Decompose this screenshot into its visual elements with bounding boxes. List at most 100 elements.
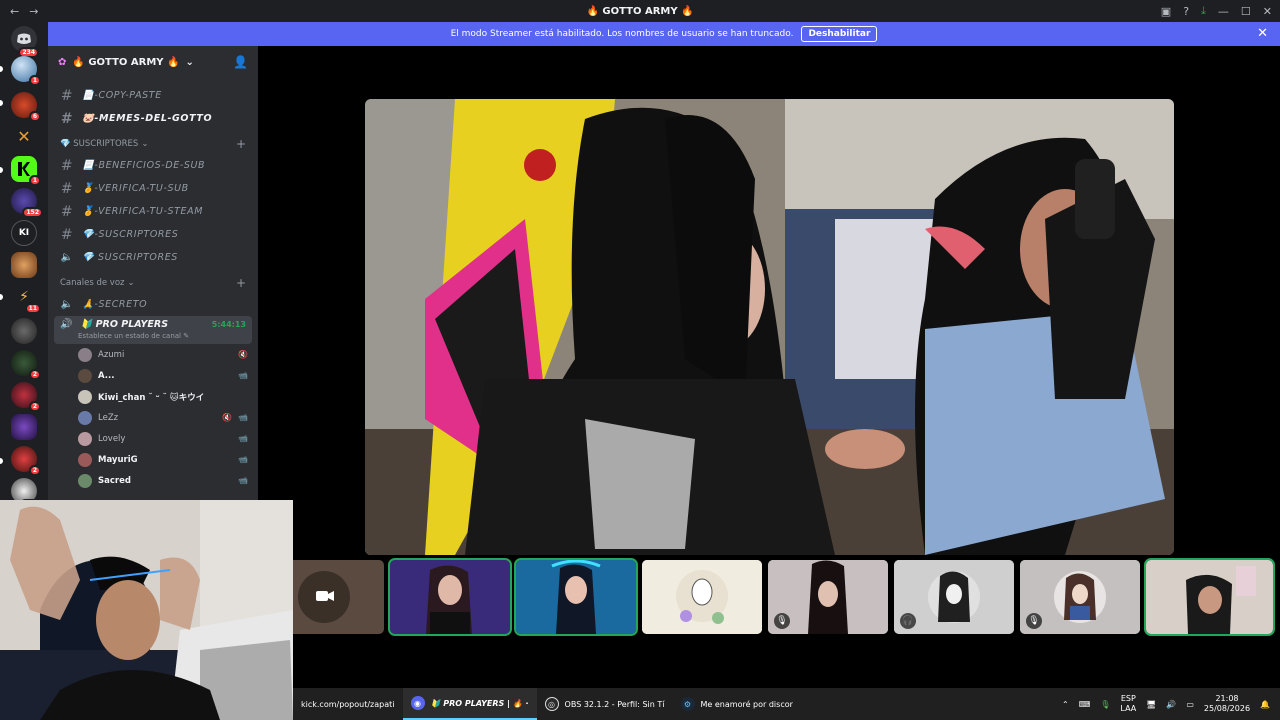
muted-mic-icon: 🔇 (238, 350, 248, 359)
avatar (78, 368, 92, 383)
text-channel[interactable]: # 📃-BENEFICIOS-DE-SUB (48, 154, 258, 177)
member-name: A... (98, 370, 115, 381)
maximize-icon[interactable]: ☐ (1241, 5, 1251, 18)
server-icon[interactable]: ✕ (11, 124, 37, 150)
windows-taskbar: kick.com/popout/zapati ◉ 🔰 PRO PLAYERS |… (293, 688, 1280, 720)
inbox-icon[interactable]: ▣ (1161, 5, 1171, 18)
kick-server-icon[interactable]: 1 (11, 156, 41, 186)
battery-icon[interactable]: ▭ (1186, 700, 1194, 709)
dm-home-button[interactable]: 234 (11, 26, 39, 58)
taskbar-item-steam[interactable]: ⚙ Me enamoré por discor (673, 688, 801, 720)
chevron-up-icon[interactable]: ⌃ (1062, 700, 1069, 709)
server-icon[interactable]: 2 (11, 382, 41, 412)
clock[interactable]: 21:08 25/08/2026 (1204, 694, 1250, 714)
video-feed-image (516, 560, 636, 634)
participant-tile[interactable]: 🎙 (768, 560, 888, 634)
avatar (78, 410, 92, 425)
avatar (78, 347, 92, 362)
close-icon[interactable]: ✕ (1257, 26, 1268, 41)
add-member-icon[interactable]: 👤 (233, 55, 248, 69)
member-status-icons: 📹 (238, 434, 248, 443)
avatar (78, 473, 92, 488)
download-icon[interactable]: ⤓ (1201, 4, 1206, 18)
minimize-icon[interactable]: — (1218, 5, 1229, 18)
muted-mic-icon: 🎙 (774, 613, 790, 629)
category-suscriptores[interactable]: 💎 SUSCRIPTORES ⌄ + (48, 134, 258, 154)
input-language[interactable]: ESP LAA (1120, 694, 1136, 714)
video-feed-image (1146, 560, 1273, 634)
discord-window: ← → 🔥 GOTTO ARMY 🔥 ▣ ? ⤓ — ☐ ✕ 234 1 6 ✕… (0, 0, 1280, 720)
voice-channel[interactable]: 🔈 💎 SUSCRIPTORES (48, 246, 258, 269)
server-icon[interactable]: 2 (11, 350, 41, 380)
guild-name: 🔥 GOTTO ARMY 🔥 (72, 56, 180, 68)
server-icon[interactable]: 6 (11, 92, 41, 122)
server-icon[interactable]: 1 (11, 56, 41, 86)
voice-member[interactable]: Azumi 🔇 (48, 344, 258, 365)
voice-member[interactable]: A... 📹 (48, 365, 258, 386)
participant-tile[interactable]: 🎙 (1020, 560, 1140, 634)
forward-arrow-icon[interactable]: → (29, 5, 38, 18)
server-rail: 234 1 6 ✕ 1 152 KI ⚡11 2 2 2 202 (0, 22, 48, 502)
channel-status[interactable]: Establece un estado de canal ✎ (60, 332, 246, 340)
chevron-down-icon: ⌄ (127, 278, 135, 288)
server-icon[interactable]: 202 (11, 478, 41, 502)
server-icon[interactable]: 152 (11, 188, 43, 218)
taskbar-item-discord[interactable]: ◉ 🔰 PRO PLAYERS | 🔥 · (402, 688, 537, 720)
network-icon[interactable]: 🖥 (1146, 700, 1156, 709)
video-feed-image (365, 99, 1174, 555)
server-icon[interactable]: 2 (11, 446, 41, 476)
taskbar-item[interactable]: kick.com/popout/zapati (293, 688, 403, 720)
avatar (78, 389, 92, 404)
text-channel[interactable]: # 🐷-MEMES-DEL-GOTTO (48, 107, 258, 130)
participant-tile[interactable] (642, 560, 762, 634)
discord-logo-icon: ◉ (410, 696, 425, 710)
member-status-icons: 🔇 📹 (222, 413, 248, 422)
voice-member[interactable]: Kiwi_chan ˘ ᵕ ˘ 🐱キウイ (48, 386, 258, 407)
server-icon[interactable] (11, 318, 37, 344)
close-window-icon[interactable]: ✕ (1263, 5, 1272, 18)
text-channel[interactable]: # 📄-COPY-PASTE (48, 84, 258, 107)
speaker-icon: 🔈 (60, 252, 74, 263)
server-icon[interactable]: ⚡ 11 (11, 284, 41, 314)
title-bar: ← → 🔥 GOTTO ARMY 🔥 ▣ ? ⤓ — ☐ ✕ (0, 0, 1280, 22)
category-voice[interactable]: Canales de voz ⌄ + (48, 273, 258, 293)
add-channel-icon[interactable]: + (236, 276, 246, 290)
volume-icon[interactable]: 🔊 (1166, 700, 1176, 709)
participant-tile[interactable] (388, 558, 512, 636)
hash-icon: # (60, 110, 74, 127)
banner-message: El modo Streamer está habilitado. Los no… (450, 29, 794, 39)
voice-channel[interactable]: 🔈 🙏-SECRETO (48, 293, 258, 316)
esports-server-icon[interactable]: KI (11, 220, 37, 246)
notification-bell-icon[interactable]: 🔔 (1260, 700, 1270, 709)
voice-member[interactable]: Lovely 📹 (48, 428, 258, 449)
obs-logo-icon: ◎ (544, 697, 559, 711)
voice-member[interactable]: MayuriG 📹 (48, 449, 258, 470)
text-channel[interactable]: # 🏅-VERIFICA-TU-SUB (48, 177, 258, 200)
server-icon[interactable] (11, 414, 37, 440)
text-channel[interactable]: # 💎-SUSCRIPTORES (48, 223, 258, 246)
steam-logo-icon: ⚙ (680, 697, 695, 711)
taskbar-item-obs[interactable]: ◎ OBS 32.1.2 - Perfil: Sin Tí (537, 688, 673, 720)
hash-icon: # (60, 180, 74, 197)
voice-member[interactable]: LeZz 🔇 📹 (48, 407, 258, 428)
guild-header[interactable]: ✿ 🔥 GOTTO ARMY 🔥 ⌄ 👤 (48, 46, 258, 78)
server-icon[interactable] (11, 252, 37, 278)
voice-member[interactable]: Sacred 📹 (48, 470, 258, 491)
guild-icon: ✿ (58, 56, 67, 68)
text-channel[interactable]: # 🏅-VERIFICA-TU-STEAM (48, 200, 258, 223)
participant-tile[interactable] (514, 558, 638, 636)
voice-channel-name: 🔰 PRO PLAYERS (80, 319, 169, 330)
microphone-icon[interactable]: 🎙 (1100, 700, 1110, 709)
add-channel-icon[interactable]: + (236, 137, 246, 151)
member-status-icons: 📹 (238, 371, 248, 380)
participant-tile[interactable]: 🎧 (894, 560, 1014, 634)
participant-tile[interactable] (1144, 558, 1275, 636)
disable-streamer-mode-button[interactable]: Deshabilitar (801, 26, 878, 42)
focused-video[interactable] (365, 99, 1174, 555)
window-title: 🔥 GOTTO ARMY 🔥 (586, 5, 694, 17)
back-arrow-icon[interactable]: ← (10, 5, 19, 18)
member-name: Kiwi_chan ˘ ᵕ ˘ 🐱キウイ (98, 392, 205, 403)
keyboard-icon[interactable]: ⌨ (1079, 700, 1091, 709)
help-icon[interactable]: ? (1183, 5, 1189, 18)
active-voice-channel[interactable]: 🔊 🔰 PRO PLAYERS 5:44:13 Establece un est… (54, 316, 252, 344)
